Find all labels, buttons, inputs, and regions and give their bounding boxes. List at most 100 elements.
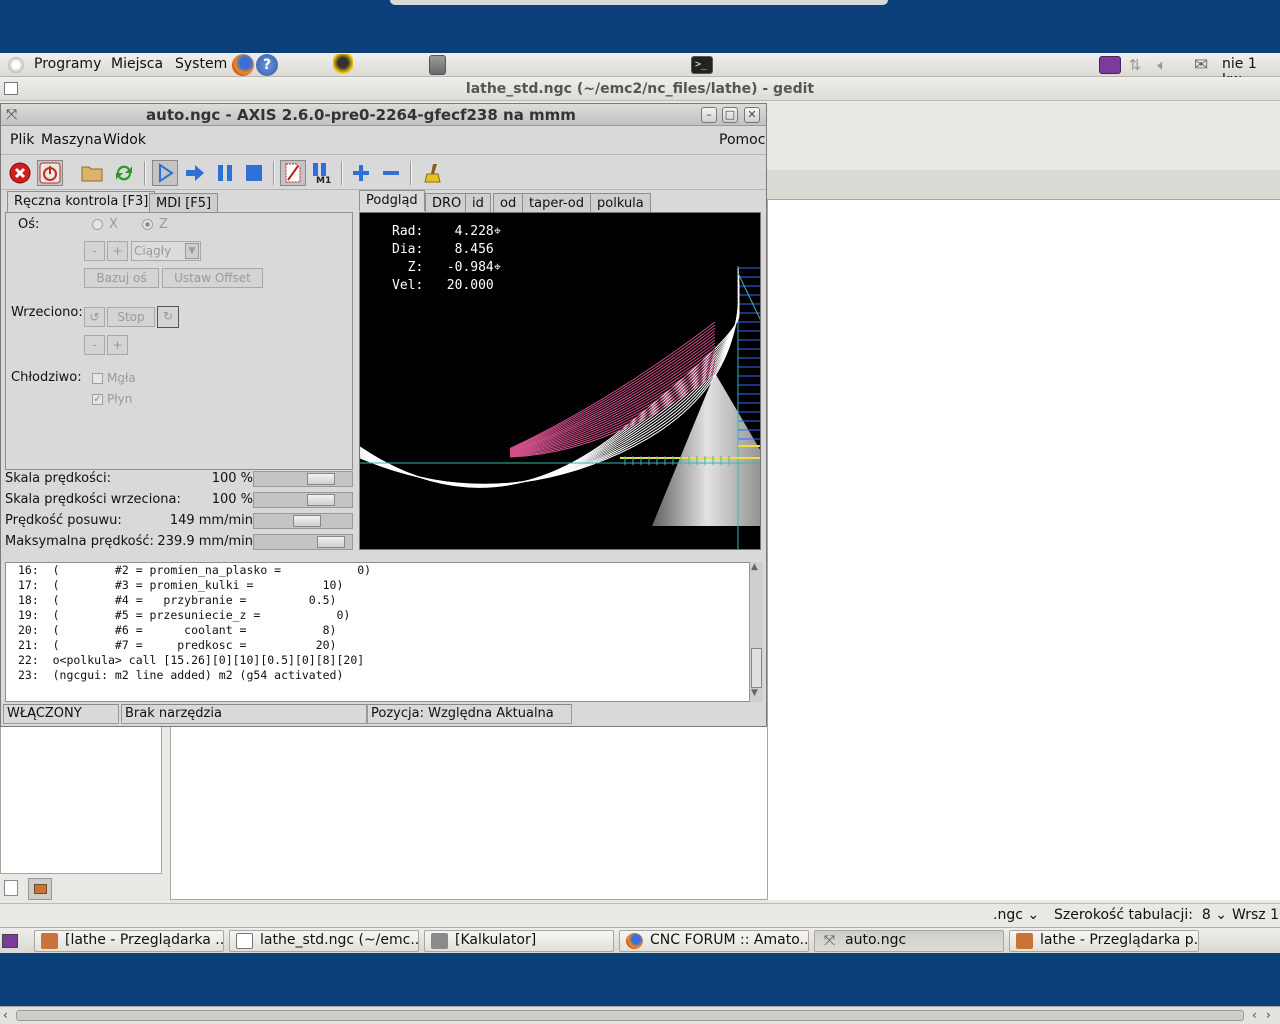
slider-knob[interactable] <box>307 473 335 485</box>
zoom-out-icon[interactable] <box>378 160 404 186</box>
touch-off-button[interactable]: Ustaw Offset <box>162 268 263 288</box>
block-delete-icon[interactable] <box>280 160 306 186</box>
tab-mdi[interactable]: MDI [F5] <box>149 193 219 213</box>
file-browser-tab-icon[interactable] <box>28 878 52 900</box>
feed-override-slider[interactable] <box>253 471 353 487</box>
tab-id[interactable]: id <box>465 193 491 213</box>
menu-programs[interactable]: Programy <box>34 56 101 72</box>
spindle-stop-button[interactable]: Stop <box>107 307 155 327</box>
jog-plus-button[interactable]: + <box>107 241 128 261</box>
task-file-browser-1[interactable]: [lathe - Przeglądarka ... <box>34 930 224 952</box>
gcode-line[interactable]: 23: (ngcgui: m2 line added) m2 (g54 acti… <box>6 668 762 683</box>
tab-preview[interactable]: Podgląd <box>359 190 425 211</box>
gedit-document-tabs <box>767 170 1280 200</box>
max-velocity-slider[interactable] <box>253 534 353 550</box>
gcode-line[interactable]: 18: ( #4 = przybranie = 0.5) <box>6 593 762 608</box>
spindle-slower-button[interactable]: - <box>84 335 105 355</box>
open-file-icon[interactable] <box>79 160 105 186</box>
language-selector[interactable]: .ngc ⌄ <box>993 907 1039 923</box>
gcode-line[interactable]: 19: ( #5 = przesuniecie_z = 0) <box>6 608 762 623</box>
gcode-line[interactable]: 20: ( #6 = coolant = 8) <box>6 623 762 638</box>
gedit-text-area-lower[interactable] <box>170 726 767 900</box>
gedit-title: lathe_std.ngc (~/emc2/nc_files/lathe) - … <box>465 81 815 97</box>
radio-z[interactable] <box>142 219 153 230</box>
task-firefox[interactable]: CNC FORUM :: Amato... <box>619 930 809 952</box>
home-axis-button[interactable]: Bazuj oś <box>84 268 159 288</box>
gcode-listing[interactable]: 16: ( #2 = promien_na_plasko = 0) 17: ( … <box>5 562 763 702</box>
slider-knob[interactable] <box>317 536 345 548</box>
desktop-scrollbar[interactable]: ‹ ‹ › <box>0 1006 1280 1024</box>
menu-file[interactable]: Plik <box>10 132 34 148</box>
show-desktop-icon[interactable] <box>2 934 18 948</box>
task-calculator[interactable]: [Kalkulator] <box>424 930 614 952</box>
spindle-cw-icon[interactable]: ↻ <box>157 306 179 328</box>
menu-view[interactable]: Widok <box>103 132 146 148</box>
network-icon[interactable]: ⇅ <box>1125 56 1145 74</box>
documents-tab-icon[interactable] <box>4 880 18 896</box>
gcode-line[interactable]: 17: ( #3 = promien_kulki = 10) <box>6 578 762 593</box>
maximize-icon[interactable]: □ <box>722 107 738 123</box>
tab-od[interactable]: od <box>493 193 524 213</box>
help-launcher-icon[interactable]: ? <box>256 54 278 76</box>
gedit-titlebar[interactable]: lathe_std.ngc (~/emc2/nc_files/lathe) - … <box>0 77 1280 101</box>
spindle-override-slider[interactable] <box>253 492 353 508</box>
menu-places[interactable]: Miejsca <box>111 56 163 72</box>
tab-polkula[interactable]: polkula <box>590 193 651 213</box>
scroll-down-icon[interactable]: ▼ <box>751 688 758 698</box>
clear-backplot-icon[interactable] <box>419 160 445 186</box>
task-file-browser-2[interactable]: lathe - Przeglądarka p... <box>1009 930 1199 952</box>
scrollbar-thumb[interactable] <box>751 648 762 688</box>
stop-icon[interactable] <box>241 160 267 186</box>
step-icon[interactable] <box>182 160 208 186</box>
optional-stop-icon[interactable]: M1 <box>309 160 335 186</box>
jog-speed-slider[interactable] <box>253 513 353 529</box>
firefox-launcher-icon[interactable] <box>232 54 254 76</box>
minimize-icon[interactable]: – <box>701 107 717 123</box>
zoom-in-icon[interactable] <box>348 160 374 186</box>
gnome-foot-icon[interactable] <box>8 57 24 73</box>
estop-icon[interactable] <box>7 160 33 186</box>
menu-help[interactable]: Pomoc <box>719 132 765 148</box>
scroll-right-icon[interactable]: › <box>1266 1008 1271 1022</box>
gcode-line[interactable]: 16: ( #2 = promien_na_plasko = 0) <box>6 563 762 578</box>
gcode-line[interactable]: 22: o<polkula> call [15.26][0][10][0.5][… <box>6 653 762 668</box>
terminal-launcher-icon[interactable]: >_ <box>691 56 713 74</box>
slider-knob[interactable] <box>307 494 335 506</box>
tux-launcher-icon[interactable] <box>333 54 353 76</box>
jog-minus-button[interactable]: - <box>84 241 105 261</box>
menu-system[interactable]: System <box>175 56 227 72</box>
axis-titlebar[interactable]: ⤧ auto.ngc - AXIS 2.6.0-pre0-2264-gfecf2… <box>1 104 766 126</box>
scroll-left-icon[interactable]: ‹ <box>1252 1008 1257 1022</box>
calculator-launcher-icon[interactable] <box>429 55 446 75</box>
volume-icon[interactable]: 🔈︎ <box>1152 56 1172 74</box>
task-axis[interactable]: ⤧ auto.ngc <box>814 930 1004 952</box>
gedit-side-panel[interactable] <box>0 726 162 874</box>
reload-icon[interactable] <box>111 160 137 186</box>
mist-checkbox[interactable] <box>92 373 103 384</box>
tab-taper-od[interactable]: taper-od <box>522 193 591 213</box>
radio-x[interactable] <box>92 219 103 230</box>
mail-icon[interactable]: ✉︎ <box>1190 56 1212 74</box>
scrollbar-thumb[interactable] <box>16 1010 1244 1021</box>
toolpath-preview[interactable]: Rad: 4.228⌖ Dia: 8.456 Z: -0.984⌖ Vel: 2… <box>359 212 761 550</box>
close-icon[interactable]: ✕ <box>744 107 760 123</box>
flood-checkbox[interactable]: ✓ <box>92 394 103 405</box>
gcode-line[interactable]: 21: ( #7 = predkosc = 20) <box>6 638 762 653</box>
menu-machine[interactable]: Maszyna <box>41 132 102 148</box>
spindle-ccw-icon[interactable]: ↺ <box>84 307 105 327</box>
tab-dro[interactable]: DRO <box>425 193 469 213</box>
spindle-faster-button[interactable]: + <box>107 335 128 355</box>
pause-icon[interactable] <box>212 160 238 186</box>
scroll-left-icon[interactable]: ‹ <box>3 1008 8 1022</box>
run-icon[interactable] <box>152 160 178 186</box>
task-gedit[interactable]: lathe_std.ngc (~/emc... <box>229 930 419 952</box>
gedit-text-area[interactable] <box>767 200 1280 900</box>
slider-knob[interactable] <box>293 515 321 527</box>
tab-manual-control[interactable]: Ręczna kontrola [F3] <box>7 191 156 212</box>
machine-power-icon[interactable] <box>37 160 63 186</box>
workspace-icon[interactable] <box>1099 56 1121 74</box>
tab-width-selector[interactable]: Szerokość tabulacji: 8 ⌄ <box>1054 907 1227 923</box>
jog-increment-select[interactable]: Ciągły ▼ <box>131 241 201 261</box>
scroll-up-icon[interactable]: ▲ <box>751 562 758 572</box>
gcode-scrollbar[interactable]: ▲ ▼ <box>749 562 763 702</box>
